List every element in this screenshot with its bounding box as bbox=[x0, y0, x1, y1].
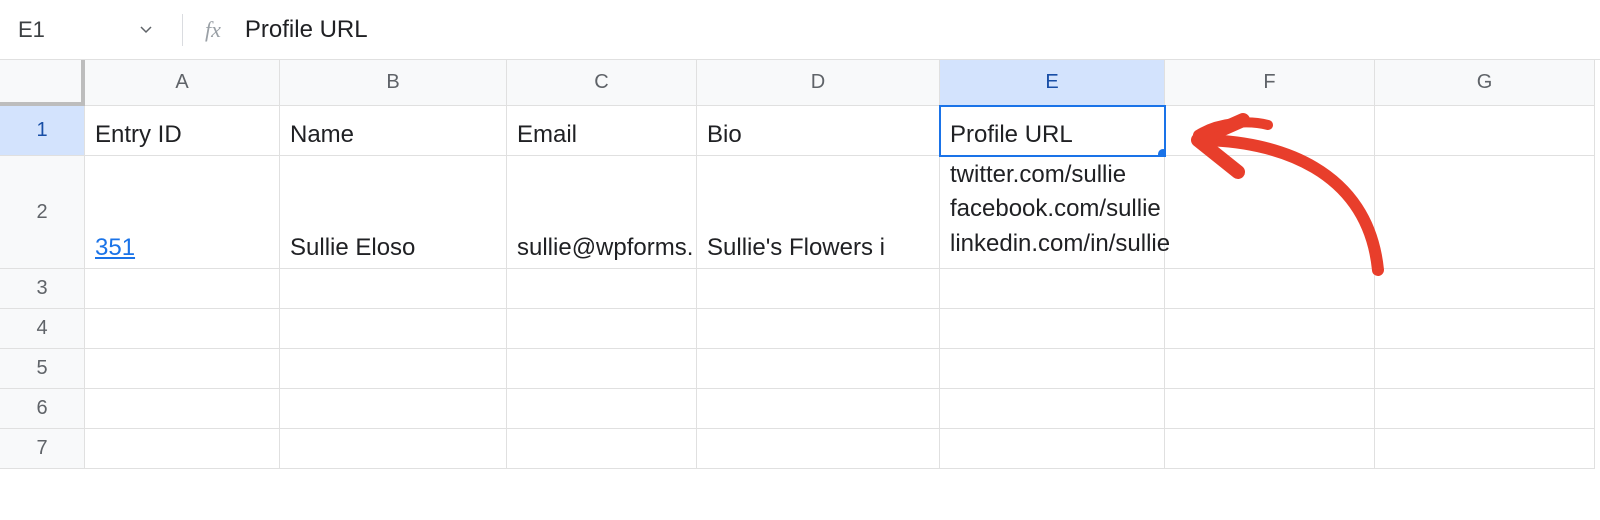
select-all-corner[interactable] bbox=[0, 60, 85, 106]
cell-F5[interactable] bbox=[1165, 349, 1375, 389]
cell-E4[interactable] bbox=[940, 309, 1165, 349]
cell-B4[interactable] bbox=[280, 309, 507, 349]
cell-G6[interactable] bbox=[1375, 389, 1595, 429]
fx-icon: fx bbox=[205, 17, 221, 43]
col-header-A[interactable]: A bbox=[85, 60, 280, 106]
cell-C4[interactable] bbox=[507, 309, 697, 349]
cell-B1[interactable]: Name bbox=[280, 106, 507, 156]
cell-C2[interactable]: sullie@wpforms. bbox=[507, 156, 697, 269]
row-header-7[interactable]: 7 bbox=[0, 429, 85, 469]
col-header-C[interactable]: C bbox=[507, 60, 697, 106]
cell-E3[interactable] bbox=[940, 269, 1165, 309]
divider bbox=[182, 14, 183, 46]
col-header-E[interactable]: E bbox=[940, 60, 1165, 106]
cell-E7[interactable] bbox=[940, 429, 1165, 469]
name-box-value: E1 bbox=[18, 17, 45, 43]
cell-D1[interactable]: Bio bbox=[697, 106, 940, 156]
cell-F7[interactable] bbox=[1165, 429, 1375, 469]
cell-D7[interactable] bbox=[697, 429, 940, 469]
cell-F6[interactable] bbox=[1165, 389, 1375, 429]
cell-A4[interactable] bbox=[85, 309, 280, 349]
cell-B6[interactable] bbox=[280, 389, 507, 429]
cell-G2[interactable] bbox=[1375, 156, 1595, 269]
spreadsheet-grid[interactable]: A B C D E F G 1 Entry ID Name Email Bio … bbox=[0, 60, 1600, 469]
cell-D4[interactable] bbox=[697, 309, 940, 349]
cell-B7[interactable] bbox=[280, 429, 507, 469]
cell-F1[interactable] bbox=[1165, 106, 1375, 156]
cell-A5[interactable] bbox=[85, 349, 280, 389]
chevron-down-icon[interactable] bbox=[140, 23, 152, 37]
cell-A1[interactable]: Entry ID bbox=[85, 106, 280, 156]
cell-A7[interactable] bbox=[85, 429, 280, 469]
cell-G7[interactable] bbox=[1375, 429, 1595, 469]
cell-E2[interactable]: twitter.com/sulliefacebook.com/sullielin… bbox=[940, 156, 1165, 269]
cell-C3[interactable] bbox=[507, 269, 697, 309]
cell-C6[interactable] bbox=[507, 389, 697, 429]
row-header-3[interactable]: 3 bbox=[0, 269, 85, 309]
cell-G3[interactable] bbox=[1375, 269, 1595, 309]
cell-G1[interactable] bbox=[1375, 106, 1595, 156]
cell-D6[interactable] bbox=[697, 389, 940, 429]
row-header-6[interactable]: 6 bbox=[0, 389, 85, 429]
col-header-F[interactable]: F bbox=[1165, 60, 1375, 106]
cell-C1[interactable]: Email bbox=[507, 106, 697, 156]
row-header-5[interactable]: 5 bbox=[0, 349, 85, 389]
cell-B2[interactable]: Sullie Eloso bbox=[280, 156, 507, 269]
cell-A6[interactable] bbox=[85, 389, 280, 429]
row-header-2[interactable]: 2 bbox=[0, 156, 85, 269]
cell-D3[interactable] bbox=[697, 269, 940, 309]
cell-F4[interactable] bbox=[1165, 309, 1375, 349]
cell-B3[interactable] bbox=[280, 269, 507, 309]
cell-D2[interactable]: Sullie's Flowers i bbox=[697, 156, 940, 269]
cell-C5[interactable] bbox=[507, 349, 697, 389]
row-header-4[interactable]: 4 bbox=[0, 309, 85, 349]
cell-E6[interactable] bbox=[940, 389, 1165, 429]
cell-E5[interactable] bbox=[940, 349, 1165, 389]
name-box[interactable]: E1 bbox=[10, 13, 160, 47]
cell-F2[interactable] bbox=[1165, 156, 1375, 269]
cell-B5[interactable] bbox=[280, 349, 507, 389]
formula-input[interactable]: Profile URL bbox=[245, 16, 368, 44]
cell-D5[interactable] bbox=[697, 349, 940, 389]
cell-E1[interactable]: Profile URL bbox=[940, 106, 1165, 156]
col-header-B[interactable]: B bbox=[280, 60, 507, 106]
cell-A2[interactable]: 351 bbox=[85, 156, 280, 269]
cell-C7[interactable] bbox=[507, 429, 697, 469]
cell-G5[interactable] bbox=[1375, 349, 1595, 389]
col-header-G[interactable]: G bbox=[1375, 60, 1595, 106]
row-header-1[interactable]: 1 bbox=[0, 106, 85, 156]
cell-A3[interactable] bbox=[85, 269, 280, 309]
cell-F3[interactable] bbox=[1165, 269, 1375, 309]
col-header-D[interactable]: D bbox=[697, 60, 940, 106]
cell-G4[interactable] bbox=[1375, 309, 1595, 349]
formula-bar: E1 fx Profile URL bbox=[0, 0, 1600, 60]
